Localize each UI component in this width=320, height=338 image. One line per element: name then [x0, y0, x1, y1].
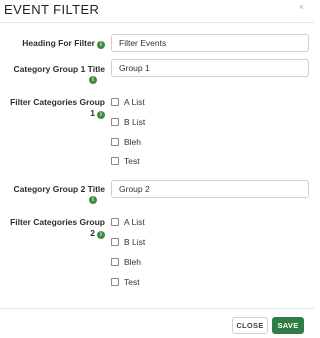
heading-for-filter-label-text: Heading For Filter — [22, 38, 95, 48]
group1-categories-label-line2: 1 — [90, 108, 95, 118]
checkbox[interactable] — [111, 278, 119, 286]
checkbox[interactable] — [111, 258, 119, 266]
info-icon: i — [97, 111, 105, 119]
group2-title-input[interactable] — [111, 180, 309, 198]
save-button[interactable]: SAVE — [272, 317, 304, 334]
group2-categories-label: Filter Categories Group 2i — [4, 217, 105, 239]
option-label: Test — [124, 156, 140, 166]
close-icon[interactable]: × — [299, 2, 304, 12]
option-label: A List — [124, 217, 145, 227]
checkbox[interactable] — [111, 118, 119, 126]
header-divider — [0, 22, 314, 23]
event-filter-modal: EVENT FILTER × Heading For Filteri Categ… — [0, 0, 314, 338]
group1-option-bleh[interactable]: Bleh — [111, 136, 141, 148]
group1-title-label-text: Category Group 1 Title — [13, 64, 105, 74]
close-button[interactable]: CLOSE — [232, 317, 268, 334]
checkbox[interactable] — [111, 138, 119, 146]
modal-title: EVENT FILTER — [4, 2, 100, 17]
checkbox[interactable] — [111, 238, 119, 246]
group1-option-test[interactable]: Test — [111, 155, 140, 167]
group2-option-a-list[interactable]: A List — [111, 216, 145, 228]
group2-categories-label-line1: Filter Categories Group — [10, 217, 105, 227]
option-label: Bleh — [124, 257, 142, 267]
option-label: B List — [124, 237, 146, 247]
option-label: B List — [124, 117, 146, 127]
option-label: Bleh — [124, 137, 142, 147]
group2-option-bleh[interactable]: Bleh — [111, 256, 141, 268]
group1-option-a-list[interactable]: A List — [111, 96, 145, 108]
info-icon: i — [89, 76, 97, 84]
heading-for-filter-input[interactable] — [111, 34, 309, 52]
group1-option-b-list[interactable]: B List — [111, 116, 145, 128]
group1-title-label: Category Group 1 Title i — [4, 64, 105, 84]
heading-for-filter-label: Heading For Filter i — [4, 38, 105, 49]
checkbox[interactable] — [111, 98, 119, 106]
group1-title-input[interactable] — [111, 59, 309, 77]
info-icon: i — [97, 231, 105, 239]
group2-title-label: Category Group 2 Title i — [4, 184, 105, 204]
info-icon: i — [89, 196, 97, 204]
group2-title-label-text: Category Group 2 Title — [13, 184, 105, 194]
checkbox[interactable] — [111, 157, 119, 165]
info-icon: i — [97, 41, 105, 49]
group2-option-test[interactable]: Test — [111, 276, 140, 288]
group2-categories-label-line2: 2 — [90, 228, 95, 238]
option-label: A List — [124, 97, 145, 107]
footer-divider — [0, 308, 314, 309]
option-label: Test — [124, 277, 140, 287]
group2-option-b-list[interactable]: B List — [111, 236, 145, 248]
modal-header: EVENT FILTER × — [0, 0, 314, 22]
group1-categories-label-line1: Filter Categories Group — [10, 97, 105, 107]
group1-categories-label: Filter Categories Group 1i — [4, 97, 105, 119]
checkbox[interactable] — [111, 218, 119, 226]
